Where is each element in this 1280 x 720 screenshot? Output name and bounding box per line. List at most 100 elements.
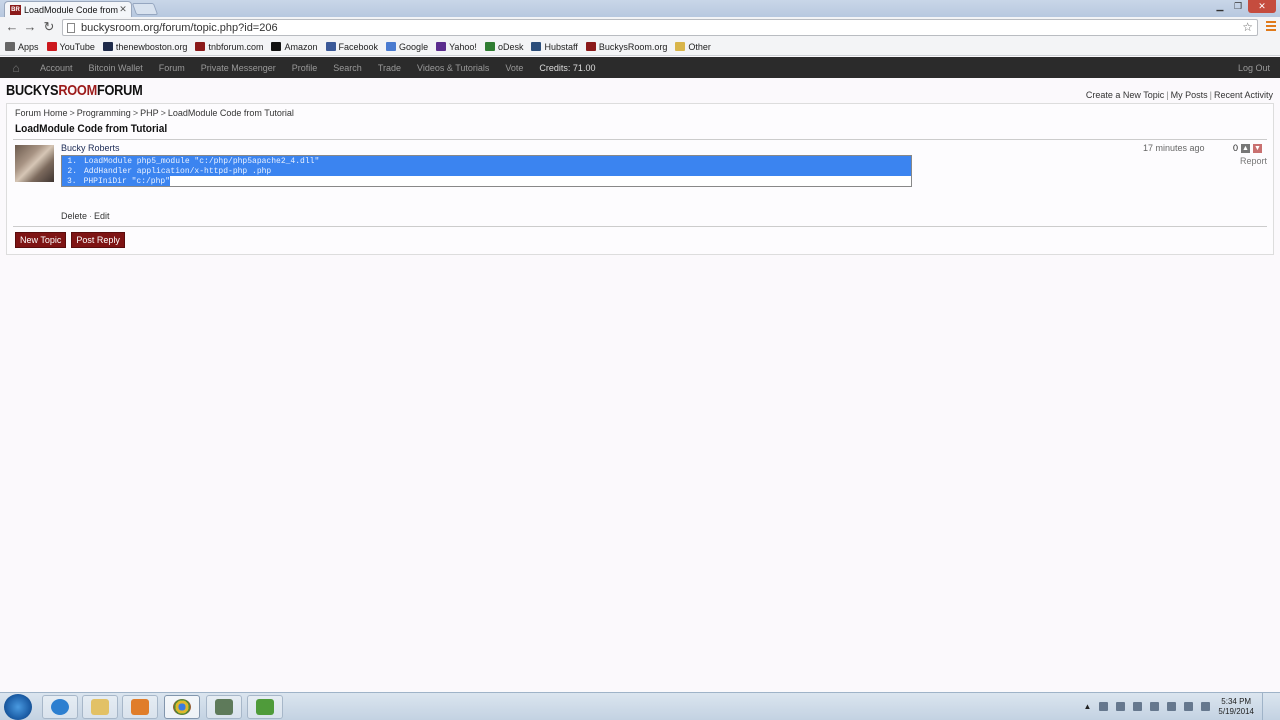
logo-part-room: ROOM (58, 82, 97, 99)
browser-titlebar: BR LoadModule Code from T ✕ ▁ ❐ ✕ (0, 0, 1280, 17)
taskbar-media-player[interactable] (122, 695, 158, 719)
post-author[interactable]: Bucky Roberts (61, 143, 120, 153)
code-block[interactable]: 1. LoadModule php5_module "c:/php/php5apa… (61, 155, 912, 187)
reload-icon[interactable]: ↻ (41, 19, 57, 35)
bookmark-label: thenewboston.org (115, 41, 188, 52)
code-text: LoadModule php5_module "c:/php/php5apach… (84, 156, 320, 166)
topic-buttons: New Topic Post Reply (15, 232, 125, 248)
bookmark-item[interactable]: YouTube (46, 42, 95, 52)
browser-tab[interactable]: BR LoadModule Code from T ✕ (4, 1, 132, 17)
close-tab-icon[interactable]: ✕ (118, 4, 128, 15)
bookmark-item[interactable]: BuckysRoom.org (585, 41, 668, 52)
taskbar-app-5[interactable] (206, 695, 242, 719)
system-tray: ▲ 5:34 PM 5/19/2014 (1083, 693, 1280, 720)
nav-forum[interactable]: Forum (151, 63, 193, 73)
breadcrumb-programming[interactable]: Programming (77, 108, 131, 118)
nav-profile[interactable]: Profile (284, 63, 326, 73)
line-number: 1. (67, 156, 77, 166)
bookmark-item[interactable]: thenewboston.org (102, 41, 188, 52)
internet-explorer-icon (51, 699, 69, 715)
start-button[interactable] (4, 694, 32, 720)
bookmark-label: Apps (18, 41, 39, 52)
bookmark-label: BuckysRoom.org (598, 41, 668, 52)
post-actions: Delete · Edit (61, 211, 110, 221)
thumbs-down-icon[interactable]: ▼ (1253, 143, 1263, 153)
tray-expand-icon[interactable]: ▲ (1083, 702, 1091, 711)
maximize-icon[interactable]: ❐ (1230, 0, 1246, 13)
bookmark-item[interactable]: Facebook (325, 41, 379, 52)
network-icon[interactable] (1184, 702, 1194, 711)
bookmark-star-icon[interactable]: ☆ (1242, 20, 1253, 34)
folder-icon (675, 42, 686, 51)
taskbar-explorer[interactable] (82, 695, 118, 719)
divider (13, 226, 1267, 227)
bookmark-item[interactable]: Amazon (271, 41, 318, 52)
create-topic-link[interactable]: Create a New Topic (1086, 90, 1164, 100)
nav-videos-tutorials[interactable]: Videos & Tutorials (409, 63, 497, 73)
google-icon (386, 42, 397, 51)
site-logo[interactable]: BUCKYSROOMFORUM (6, 82, 143, 99)
bookmark-item[interactable]: Other (675, 42, 711, 52)
volume-icon[interactable] (1201, 702, 1211, 711)
forum-top-links: Create a New Topic | My Posts | Recent Activ… (1085, 90, 1273, 100)
nav-vote[interactable]: Vote (497, 63, 531, 73)
tab-title: LoadModule Code from T (24, 4, 118, 15)
line-number: 3. (66, 176, 77, 186)
bookmark-label: Other (688, 41, 711, 52)
clock[interactable]: 5:34 PM 5/19/2014 (1218, 697, 1254, 717)
bookmark-item[interactable]: Yahoo! (436, 42, 477, 52)
breadcrumb-topic[interactable]: LoadModule Code from Tutorial (168, 108, 294, 118)
nav-bitcoin-wallet[interactable]: Bitcoin Wallet (81, 63, 151, 73)
forward-arrow-icon[interactable]: → (22, 19, 38, 35)
taskbar-chrome[interactable] (164, 695, 200, 719)
taskbar-internet-explorer[interactable] (42, 695, 78, 719)
bookmarks-bar: Apps YouTube thenewboston.org tnbforum.com A… (0, 38, 1280, 56)
action-center-flag-icon[interactable] (1116, 702, 1126, 711)
tray-app-icon[interactable] (1150, 702, 1160, 711)
code-line: 1. LoadModule php5_module "c:/php/php5apa… (62, 156, 911, 166)
nav-search[interactable]: Search (325, 63, 370, 73)
tray-app-icon[interactable] (1099, 702, 1109, 711)
back-arrow-icon[interactable]: ← (4, 19, 20, 35)
bookmark-item[interactable]: oDesk (484, 42, 523, 52)
home-icon[interactable]: ⌂ (0, 61, 32, 75)
breadcrumb-php[interactable]: PHP (140, 108, 159, 118)
minimize-icon[interactable]: ▁ (1212, 0, 1228, 13)
delete-link[interactable]: Delete (61, 211, 87, 221)
thumbs-up-icon[interactable]: ▲ (1241, 143, 1251, 153)
tray-app-icon[interactable] (1133, 702, 1143, 711)
yahoo-icon (436, 42, 447, 51)
chrome-menu-icon[interactable] (1266, 21, 1276, 33)
tray-app-icon[interactable] (1167, 702, 1177, 711)
recent-activity-link[interactable]: Recent Activity (1214, 90, 1273, 100)
topic-title: LoadModule Code from Tutorial (15, 123, 168, 135)
nav-private-messenger[interactable]: Private Messenger (193, 63, 284, 73)
browser-toolbar: ← → ↻ buckysroom.org/forum/topic.php?id=… (0, 17, 1280, 38)
new-tab-button[interactable] (131, 3, 159, 15)
credits-balance[interactable]: Credits: 71.00 (531, 63, 603, 73)
edit-link[interactable]: Edit (94, 211, 110, 221)
nav-account[interactable]: Account (32, 63, 81, 73)
close-window-icon[interactable]: ✕ (1248, 0, 1276, 13)
bookmark-item[interactable]: Google (386, 42, 428, 52)
media-player-icon (131, 699, 149, 715)
bookmark-item[interactable]: Apps (5, 42, 39, 52)
address-bar[interactable]: buckysroom.org/forum/topic.php?id=206 ☆ (62, 19, 1258, 36)
taskbar-notepad[interactable] (247, 695, 283, 719)
new-topic-button[interactable]: New Topic (15, 232, 67, 248)
report-link[interactable]: Report (1240, 156, 1267, 166)
apps-icon (5, 42, 15, 51)
logout-link[interactable]: Log Out (1230, 63, 1280, 73)
bookmark-label: Amazon (284, 41, 318, 52)
my-posts-link[interactable]: My Posts (1171, 90, 1208, 100)
bookmark-item[interactable]: tnbforum.com (195, 42, 263, 52)
breadcrumb-forum-home[interactable]: Forum Home (15, 108, 68, 118)
divider (13, 139, 1267, 140)
bookmark-item[interactable]: Hubstaff (531, 42, 578, 52)
bookmark-label: Facebook (338, 41, 379, 52)
avatar[interactable] (15, 145, 54, 182)
show-desktop-button[interactable] (1262, 693, 1272, 720)
folder-icon (91, 699, 109, 715)
nav-trade[interactable]: Trade (370, 63, 409, 73)
post-reply-button[interactable]: Post Reply (71, 232, 125, 248)
